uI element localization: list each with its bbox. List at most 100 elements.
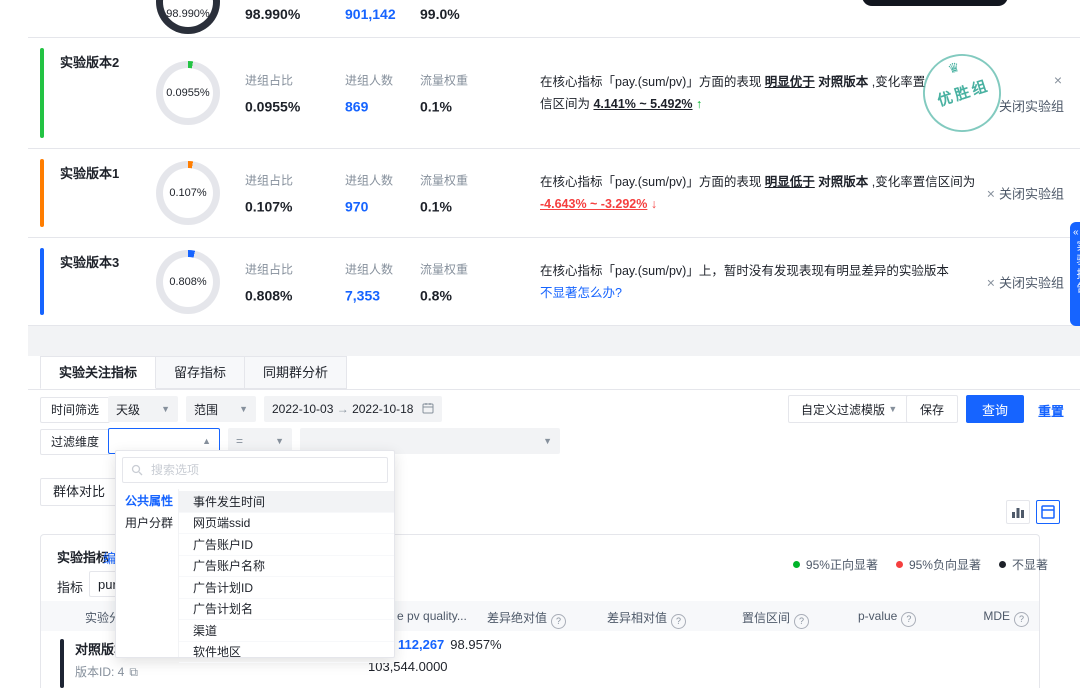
insight-ref: 对照版本 [815, 175, 872, 189]
exposure-value[interactable]: 112,267 [398, 637, 444, 652]
report-tabs: 实验关注指标 留存指标 同期群分析 [28, 356, 1080, 390]
help-icon[interactable]: ? [794, 614, 809, 629]
custom-filter-template-label: 自定义过滤模版 [801, 401, 885, 418]
weight-value: 0.8% [420, 287, 520, 303]
down-arrow-icon: ↓ [651, 197, 657, 211]
range-select[interactable]: 范围▼ [186, 396, 256, 422]
help-icon[interactable]: ? [671, 614, 686, 629]
confidence-interval: 4.141% ~ 5.492% [593, 97, 692, 111]
metric-label: 指标 [57, 577, 83, 596]
close-group-button[interactable]: × 关闭实验组 [999, 72, 1064, 115]
count-value[interactable]: 7,353 [345, 287, 420, 303]
insight-line: 在核心指标「pay.(sum/pv)」上，暂时没有发现表现有明显差异的实验版本 [540, 264, 949, 278]
version-color-bar [40, 248, 44, 315]
copy-icon[interactable]: ⧉ [129, 665, 138, 679]
header-p-value: p-value? [858, 609, 916, 627]
category-public-attributes[interactable]: 公共属性 [116, 491, 178, 513]
option-search-box[interactable] [122, 457, 388, 483]
tab-experiment-metrics[interactable]: 实验关注指标 [40, 356, 156, 389]
granularity-select[interactable]: 天级▼ [108, 396, 178, 422]
version-name: 实验版本2 [60, 52, 119, 71]
header-metric: e pv quality... [397, 609, 467, 623]
close-group-button[interactable]: × 关闭实验组 [987, 272, 1064, 291]
dropdown-option[interactable]: 广告计划名 [179, 599, 394, 621]
dropdown-option[interactable]: 广告账户ID [179, 534, 394, 556]
date-range-input[interactable]: 2022-10-03 → 2022-10-18 [264, 396, 442, 422]
count-label: 进组人数 [345, 260, 420, 277]
dropdown-option[interactable]: 广告计划ID [179, 577, 394, 599]
control-color-bar [60, 639, 64, 688]
enrollment-donut: 0.0955% [156, 61, 220, 125]
chevron-down-icon: ▼ [888, 404, 897, 414]
version-name: 实验版本3 [60, 252, 119, 271]
insight-text: 在核心指标「pay.(sum/pv)」方面的表现 明显优于 对照版本 ,变化率置… [540, 71, 936, 115]
close-group-button[interactable]: × 关闭实验组 [987, 184, 1064, 203]
close-icon[interactable]: × [987, 186, 995, 202]
close-icon[interactable]: × [999, 72, 1062, 88]
donut-label: 0.107% [156, 161, 220, 225]
top-tooltip-remnant [862, 0, 1008, 6]
group-compare-button[interactable]: 群体对比 [40, 478, 118, 506]
help-icon[interactable]: ? [551, 614, 566, 629]
chevron-down-icon: ▼ [239, 404, 248, 414]
version-color-bar [40, 159, 44, 227]
insight-verdict: 明显优于 [765, 75, 815, 89]
count-value[interactable]: 869 [345, 99, 420, 115]
weight-label: 流量权重 [420, 72, 520, 89]
ratio-value: 0.107% [245, 199, 345, 215]
green-dot-icon [793, 561, 800, 568]
card-view-toggle[interactable] [1036, 500, 1060, 524]
dropdown-option[interactable]: 网页端ssid [179, 513, 394, 535]
weight-label: 流量权重 [420, 260, 520, 277]
side-report-tab[interactable]: « 实验报告 [1070, 222, 1080, 326]
weight-label: 流量权重 [420, 172, 520, 189]
enrollment-donut: 0.808% [156, 250, 220, 314]
control-version-id: 版本ID: 4⧉ [75, 663, 138, 680]
date-start: 2022-10-03 [272, 402, 333, 416]
side-tab-label: 实验报告 [1073, 240, 1080, 296]
close-group-label[interactable]: 关闭实验组 [999, 187, 1064, 202]
dropdown-body: 公共属性 用户分群 事件发生时间 网页端ssid 广告账户ID 广告账户名称 广… [116, 489, 394, 657]
tab-retention-metrics[interactable]: 留存指标 [156, 356, 245, 389]
help-icon[interactable]: ? [901, 612, 916, 627]
control-count-value[interactable]: 901,142 [345, 6, 396, 22]
metrics-card-title: 实验指标 [57, 547, 109, 566]
control-ratio-value: 98.990% [245, 6, 300, 22]
chevron-down-icon: ▼ [161, 404, 170, 414]
dropdown-option[interactable]: 广告账户名称 [179, 556, 394, 578]
query-button[interactable]: 查询 [966, 395, 1024, 423]
insight-verdict: 明显低于 [765, 175, 815, 189]
save-button[interactable]: 保存 [906, 395, 958, 423]
experiment-version-row: 实验版本2 0.0955% 进组占比0.0955% 进组人数869 流量权重0.… [28, 38, 1080, 149]
weight-value: 0.1% [420, 99, 520, 115]
ratio-value: 0.808% [245, 287, 345, 303]
chart-view-toggle[interactable] [1006, 500, 1030, 524]
category-user-segments[interactable]: 用户分群 [116, 513, 178, 535]
option-search-input[interactable] [149, 462, 379, 478]
dropdown-option[interactable]: 软件地区 [179, 642, 394, 664]
legend-positive: 95%正向显著 [793, 556, 878, 573]
red-dot-icon [896, 561, 903, 568]
donut-label: 98.990% [156, 0, 220, 34]
count-value[interactable]: 970 [345, 199, 420, 215]
insight-mid: ,变化率置信区间为 [872, 175, 975, 189]
control-enrollment-donut: 98.990% [156, 0, 220, 34]
control-weight-value: 99.0% [420, 6, 460, 22]
black-dot-icon [999, 561, 1006, 568]
reset-link[interactable]: 重置 [1038, 401, 1064, 420]
dropdown-option[interactable]: 渠道 [179, 620, 394, 642]
custom-filter-template-button[interactable]: 自定义过滤模版 ▼ [788, 395, 910, 423]
not-significant-help-link[interactable]: 不显著怎么办? [540, 286, 622, 300]
dropdown-option[interactable]: 事件发生时间 [179, 491, 394, 513]
tab-cohort-analysis[interactable]: 同期群分析 [245, 356, 347, 389]
close-group-label[interactable]: 关闭实验组 [999, 99, 1064, 114]
dropdown-categories: 公共属性 用户分群 [116, 489, 179, 657]
ratio-label: 进组占比 [245, 72, 345, 89]
up-arrow-icon: ↑ [696, 97, 702, 111]
close-icon[interactable]: × [987, 274, 995, 290]
crown-icon: ♛ [946, 59, 962, 78]
legend-negative: 95%负向显著 [896, 556, 981, 573]
close-group-label[interactable]: 关闭实验组 [999, 275, 1064, 290]
help-icon[interactable]: ? [1014, 612, 1029, 627]
insight-ref: 对照版本 [815, 75, 872, 89]
